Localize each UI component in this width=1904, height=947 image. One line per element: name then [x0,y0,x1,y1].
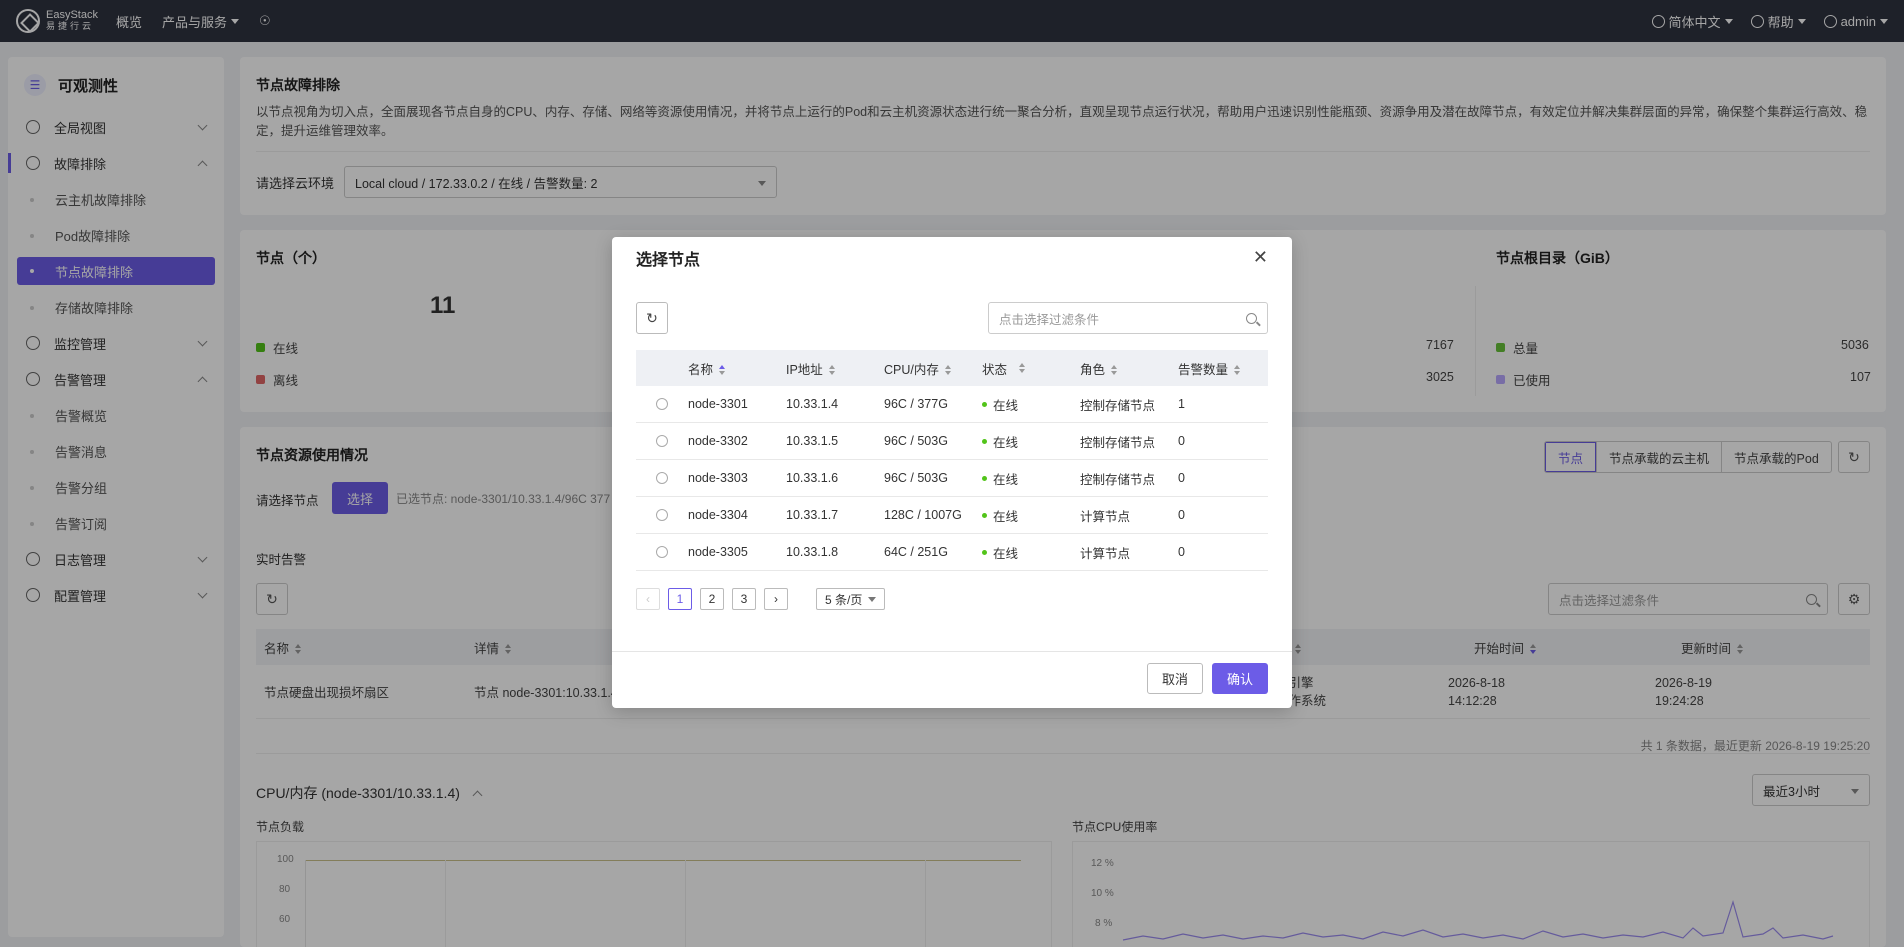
row-radio[interactable] [656,509,668,521]
close-icon[interactable]: ✕ [1253,247,1268,268]
cancel-button[interactable]: 取消 [1147,663,1203,694]
page-3[interactable]: 3 [732,588,756,610]
row-radio[interactable] [656,435,668,447]
status-dot [982,512,987,518]
row-radio[interactable] [656,398,668,410]
dialog-filter-input[interactable]: 点击选择过滤条件 [988,302,1268,334]
page-2[interactable]: 2 [700,588,724,610]
th-cpu-mem[interactable]: CPU/内存 [884,359,982,378]
prev-page-button[interactable]: ‹ [636,588,660,610]
table-row[interactable]: node-3305 10.33.1.8 64C / 251G 在线 计算节点 0 [636,534,1268,571]
refresh-icon: ↻ [646,309,658,326]
search-icon [1246,312,1257,324]
page-size-select[interactable]: 5 条/页 [816,588,886,610]
sort-icon [1019,363,1026,373]
select-node-dialog: 选择节点 ✕ ↻ 点击选择过滤条件 名称 IP地址 CPU/内存 状态 角色 告… [612,237,1292,708]
status-dot [982,475,987,481]
node-table: 名称 IP地址 CPU/内存 状态 角色 告警数量 node-3301 10.3… [636,350,1268,571]
th-status[interactable]: 状态 [982,359,1080,378]
pagination: ‹ 1 2 3 › 5 条/页 [636,588,886,610]
sort-icon [828,365,835,376]
sort-icon [1111,365,1118,376]
node-table-header: 名称 IP地址 CPU/内存 状态 角色 告警数量 [636,350,1268,386]
status-dot [982,549,987,555]
divider [612,651,1292,652]
status-dot [982,438,987,444]
sort-icon [944,365,951,376]
sort-icon [719,365,726,376]
table-row[interactable]: node-3301 10.33.1.4 96C / 377G 在线 控制存储节点… [636,386,1268,423]
table-row[interactable]: node-3304 10.33.1.7 128C / 1007G 在线 计算节点… [636,497,1268,534]
th-node-name[interactable]: 名称 [688,359,786,378]
status-dot [982,401,987,407]
confirm-button[interactable]: 确认 [1212,663,1268,694]
table-row[interactable]: node-3303 10.33.1.6 96C / 503G 在线 控制存储节点… [636,460,1268,497]
dialog-title: 选择节点 [636,252,701,269]
next-page-button[interactable]: › [764,588,788,610]
th-ip[interactable]: IP地址 [786,359,884,378]
th-alarm-count[interactable]: 告警数量 [1178,359,1268,378]
dialog-refresh-button[interactable]: ↻ [636,302,668,334]
page-1[interactable]: 1 [668,588,692,610]
th-role[interactable]: 角色 [1080,359,1178,378]
chevron-down-icon [868,596,877,602]
row-radio[interactable] [656,546,668,558]
table-row[interactable]: node-3302 10.33.1.5 96C / 503G 在线 控制存储节点… [636,423,1268,460]
sort-icon [1234,365,1241,376]
row-radio[interactable] [656,472,668,484]
